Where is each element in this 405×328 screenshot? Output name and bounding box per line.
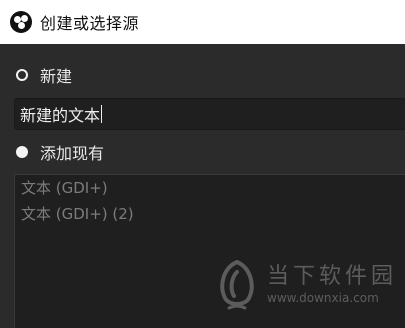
window-title: 创建或选择源 <box>40 14 140 33</box>
create-new-radio[interactable] <box>16 69 28 81</box>
create-new-option[interactable]: 新建 <box>16 63 72 87</box>
watermark-name: 当下软件园 <box>267 264 398 289</box>
list-item[interactable]: 文本 (GDI+) <box>15 175 405 201</box>
obs-logo-icon <box>10 11 32 33</box>
downxia-logo-icon <box>220 260 254 310</box>
create-new-label: 新建 <box>40 67 73 86</box>
text-cursor <box>101 105 103 123</box>
add-existing-option[interactable]: 添加现有 <box>16 140 104 164</box>
title-bar: 创建或选择源 <box>0 0 405 44</box>
add-existing-label: 添加现有 <box>40 144 105 163</box>
site-watermark: 当下软件园 www.downxia.com <box>215 258 405 318</box>
new-source-name-value: 新建的文本 <box>20 106 101 125</box>
list-item[interactable]: 文本 (GDI+) (2) <box>15 201 405 227</box>
new-source-name-input[interactable]: 新建的文本 <box>14 98 405 130</box>
add-existing-radio[interactable] <box>16 146 28 158</box>
watermark-url: www.downxia.com <box>267 291 379 305</box>
